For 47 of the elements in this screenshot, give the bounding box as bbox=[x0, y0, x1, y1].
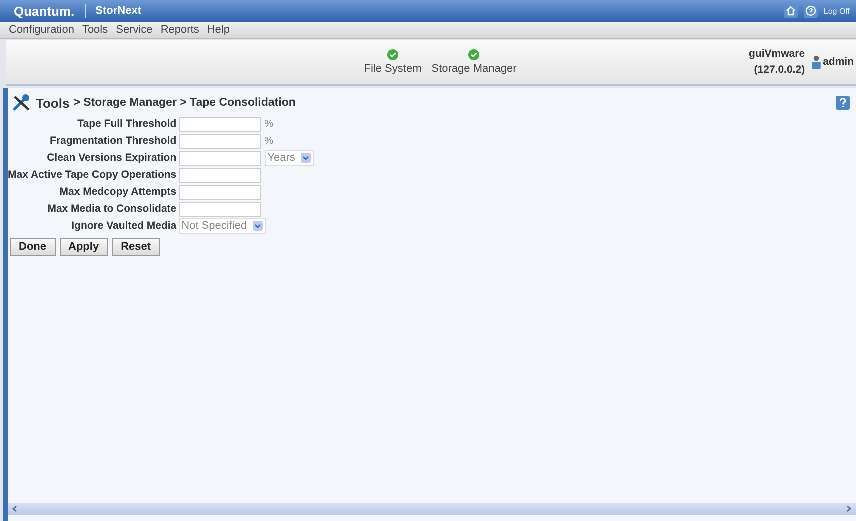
check-circle-icon bbox=[468, 49, 480, 61]
menu-item[interactable]: Reports bbox=[160, 24, 200, 36]
menu-item[interactable]: Service bbox=[116, 24, 153, 36]
dropdown[interactable]: Not Specified bbox=[178, 218, 266, 234]
brand-logo: Quantum. bbox=[14, 4, 75, 18]
field-label: Ignore Vaulted Media bbox=[70, 220, 177, 232]
input-field[interactable] bbox=[178, 202, 261, 216]
input-field[interactable] bbox=[178, 184, 261, 200]
status-label[interactable]: File System bbox=[364, 63, 422, 75]
user-name: admin bbox=[823, 56, 854, 68]
menu-item[interactable]: Tools bbox=[82, 24, 108, 36]
field-label: Fragmentation Threshold bbox=[49, 135, 177, 147]
user-icon bbox=[811, 55, 822, 69]
caret-icon bbox=[301, 153, 312, 163]
input-field[interactable] bbox=[178, 168, 261, 182]
dropdown[interactable]: Years bbox=[264, 150, 314, 166]
input-field[interactable] bbox=[178, 116, 261, 132]
menu-item[interactable]: Configuration bbox=[9, 24, 74, 36]
form-button[interactable]: Apply bbox=[60, 238, 108, 256]
input-field[interactable] bbox=[178, 134, 261, 148]
field-label: Max Media to Consolidate bbox=[46, 203, 177, 215]
home-icon[interactable] bbox=[784, 4, 798, 18]
field-label: Max Medcopy Attempts bbox=[58, 186, 177, 198]
unit-label: % bbox=[264, 136, 275, 146]
field-label: Max Active Tape Copy Operations bbox=[8, 169, 177, 181]
field-label: Tape Full Threshold bbox=[76, 118, 177, 130]
help-icon[interactable] bbox=[804, 4, 818, 18]
scroll-left-icon[interactable] bbox=[11, 505, 19, 513]
log-off-link[interactable]: Log Off bbox=[824, 6, 850, 16]
input-field[interactable] bbox=[178, 150, 261, 166]
host-ip: (127.0.0.2) bbox=[754, 64, 806, 76]
check-circle-icon bbox=[387, 49, 400, 61]
product-name: StorNext bbox=[96, 5, 142, 17]
breadcrumb-path: > Storage Manager > Tape Consolidation bbox=[74, 97, 296, 109]
host-name: guiVmware bbox=[749, 48, 806, 60]
horizontal-scrollbar[interactable] bbox=[8, 503, 856, 515]
help-icon[interactable] bbox=[836, 96, 850, 110]
field-label: Clean Versions Expiration bbox=[46, 152, 177, 164]
scroll-right-icon[interactable] bbox=[845, 505, 853, 513]
caret-icon bbox=[253, 221, 264, 231]
tools-icon bbox=[12, 94, 32, 112]
unit-label: % bbox=[264, 118, 275, 130]
status-label[interactable]: Storage Manager bbox=[432, 63, 517, 75]
form-button[interactable]: Done bbox=[10, 238, 56, 256]
breadcrumb-root[interactable]: Tools bbox=[36, 96, 70, 110]
menu-item[interactable]: Help bbox=[207, 24, 230, 36]
form-button[interactable]: Reset bbox=[112, 238, 160, 256]
